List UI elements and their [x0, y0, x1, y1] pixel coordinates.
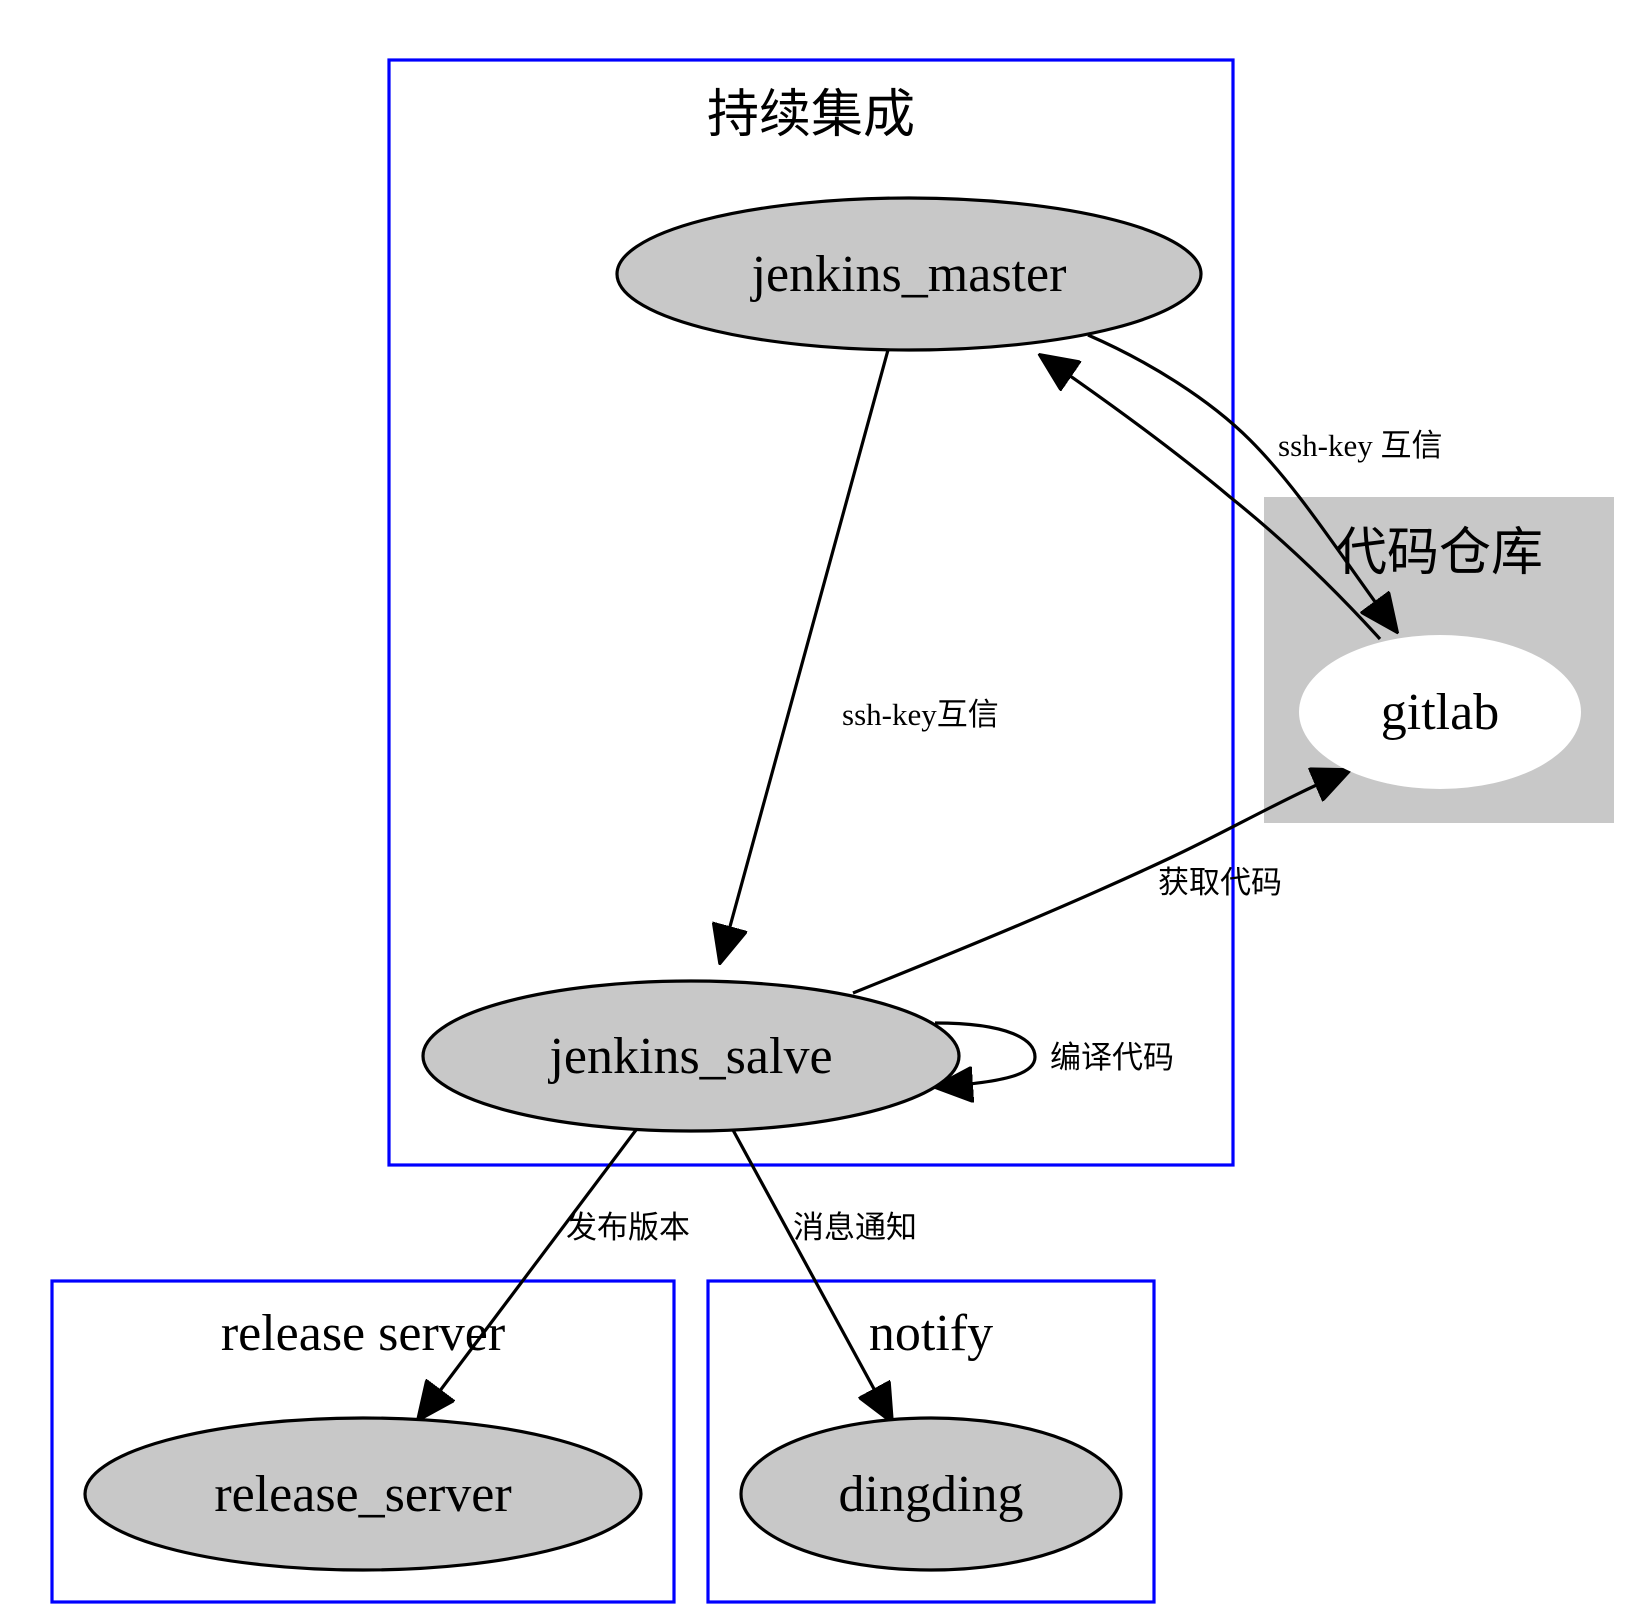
node-jenkins-salve[interactable]: jenkins_salve — [421, 979, 961, 1133]
edge-salve-to-release-label: 发布版本 — [566, 1210, 690, 1245]
edge-master-to-salve: ssh-key互信 — [720, 349, 999, 963]
edge-salve-to-dingding-line — [731, 1129, 892, 1422]
node-dingding-label: dingding — [839, 1466, 1024, 1523]
node-jenkins-master[interactable]: jenkins_master — [615, 196, 1203, 352]
edge-salve-to-gitlab: 获取代码 — [852, 770, 1350, 995]
edge-master-to-gitlab-label: ssh-key 互信 — [1278, 428, 1442, 463]
edge-salve-to-release-line — [418, 1129, 638, 1420]
node-release-server-label: release_server — [214, 1466, 511, 1523]
edge-master-to-salve-label: ssh-key互信 — [842, 697, 999, 732]
edge-master-to-salve-line — [720, 349, 890, 963]
edge-salve-to-release: 发布版本 — [418, 1129, 690, 1420]
cluster-repo-label: 代码仓库 — [1335, 525, 1543, 582]
cluster-release-label: release server — [221, 1305, 505, 1362]
node-jenkins-master-label: jenkins_master — [750, 246, 1067, 303]
edge-salve-to-dingding: 消息通知 — [731, 1129, 917, 1422]
edge-salve-self: 编译代码 — [935, 1021, 1174, 1087]
cluster-notify-label: notify — [869, 1305, 993, 1362]
node-release-server[interactable]: release_server — [83, 1416, 643, 1572]
cluster-ci-label: 持续集成 — [707, 87, 915, 144]
node-jenkins-salve-label: jenkins_salve — [547, 1028, 832, 1085]
edge-salve-to-gitlab-label: 获取代码 — [1158, 865, 1282, 900]
edge-salve-self-label: 编译代码 — [1050, 1040, 1174, 1075]
node-gitlab-label: gitlab — [1381, 684, 1499, 741]
node-gitlab[interactable]: gitlab — [1299, 635, 1581, 789]
flow-diagram: 持续集成 代码仓库 release server notify ssh-key互… — [50, 58, 1614, 1604]
node-dingding[interactable]: dingding — [739, 1416, 1123, 1572]
edge-salve-to-dingding-label: 消息通知 — [793, 1210, 917, 1245]
